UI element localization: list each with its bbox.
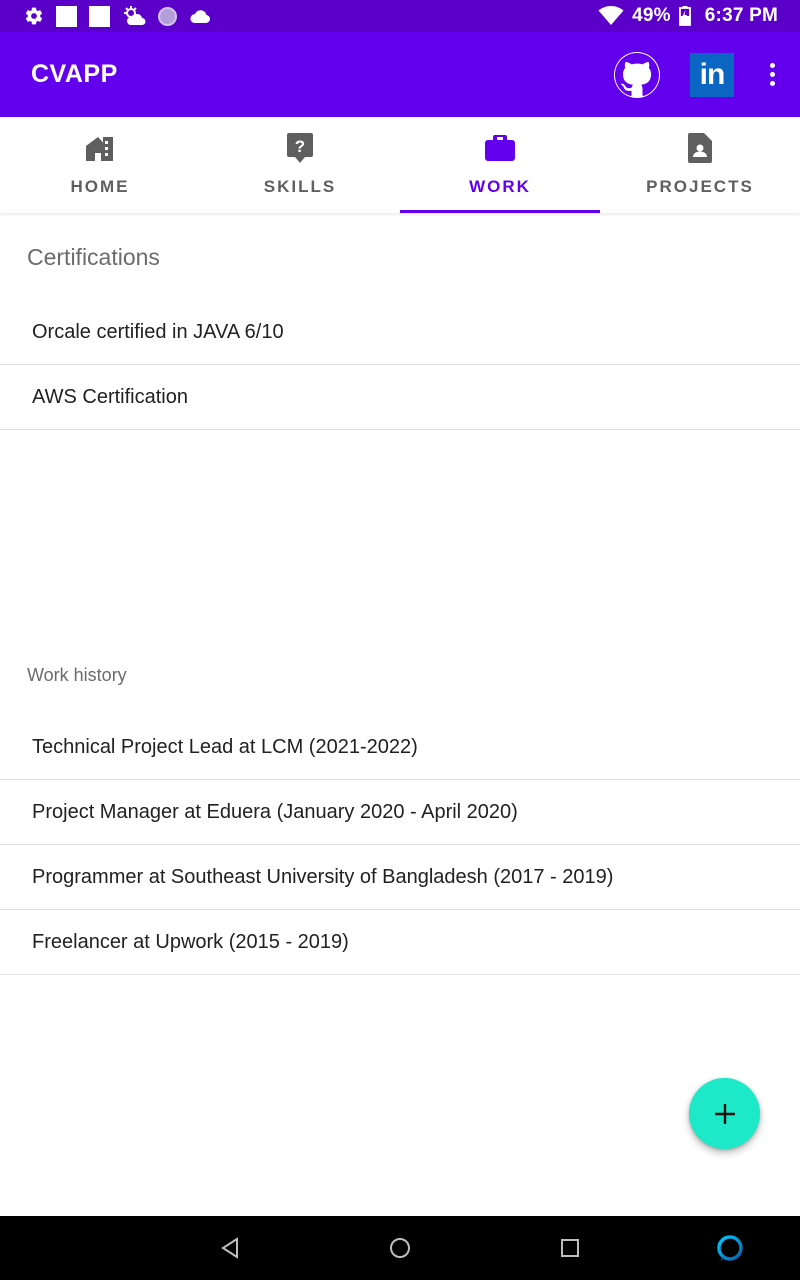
- assistant-button[interactable]: [714, 1232, 746, 1264]
- certifications-list: Orcale certified in JAVA 6/10 AWS Certif…: [0, 300, 800, 430]
- app-title: CVAPP: [31, 60, 118, 88]
- tab-label: HOME: [70, 177, 130, 196]
- battery-percent: 49%: [632, 5, 671, 26]
- system-nav-bar: [0, 1216, 800, 1280]
- back-icon: [221, 1237, 238, 1259]
- app-bar: CVAPP in: [0, 32, 800, 117]
- certifications-title: Certifications: [27, 244, 160, 270]
- list-item[interactable]: Orcale certified in JAVA 6/10: [0, 300, 800, 365]
- assistant-icon: [717, 1235, 743, 1261]
- wifi-icon: [598, 6, 624, 25]
- work-history-title: Work history: [27, 665, 127, 685]
- add-icon: [714, 1103, 735, 1124]
- list-item[interactable]: Project Manager at Eduera (January 2020 …: [0, 780, 800, 845]
- status-bar-system: 49% 6:37 PM: [590, 5, 778, 27]
- home-nav-button[interactable]: [384, 1232, 416, 1264]
- tab-work[interactable]: WORK: [400, 117, 600, 213]
- github-icon: [615, 52, 659, 96]
- app-bar-actions: in: [614, 51, 776, 98]
- settings-icon: [25, 7, 43, 25]
- clock: 6:37 PM: [704, 5, 778, 26]
- linkedin-button[interactable]: in: [690, 52, 734, 97]
- recents-icon: [561, 1239, 579, 1257]
- overflow-menu-icon: [769, 63, 775, 68]
- list-item[interactable]: AWS Certification: [0, 365, 800, 430]
- tab-home[interactable]: HOME: [0, 117, 200, 213]
- document-icon: [688, 133, 712, 163]
- list-item[interactable]: Technical Project Lead at LCM (2021-2022…: [0, 715, 800, 780]
- work-history-list: Technical Project Lead at LCM (2021-2022…: [0, 715, 800, 975]
- battery-icon: [678, 6, 691, 26]
- weather-icon: [124, 6, 146, 25]
- tab-skills[interactable]: ? SKILLS: [200, 117, 400, 213]
- github-button[interactable]: [614, 51, 660, 98]
- list-item[interactable]: Programmer at Southeast University of Ba…: [0, 845, 800, 910]
- back-button[interactable]: [214, 1232, 246, 1264]
- tab-projects[interactable]: PROJECTS: [600, 117, 800, 213]
- tab-label: SKILLS: [263, 177, 337, 196]
- help-icon: ?: [287, 133, 313, 163]
- linkedin-icon: in: [699, 57, 726, 91]
- home-icon: [86, 137, 113, 161]
- cloud-icon: [190, 10, 211, 24]
- circle-icon: [158, 6, 177, 26]
- status-bar: 49% 6:37 PM: [0, 0, 800, 32]
- notification-square-icon: [89, 5, 110, 27]
- tab-label: PROJECTS: [646, 177, 754, 196]
- overflow-menu-dot: [769, 81, 775, 86]
- overflow-menu-button[interactable]: [768, 61, 776, 88]
- recents-button[interactable]: [554, 1232, 586, 1264]
- overflow-menu-dot: [769, 72, 775, 77]
- briefcase-icon: [485, 135, 515, 161]
- home-circle-icon: [390, 1238, 410, 1258]
- tab-label: WORK: [469, 177, 531, 196]
- list-item[interactable]: Freelancer at Upwork (2015 - 2019): [0, 910, 800, 975]
- svg-text:?: ?: [295, 137, 305, 156]
- add-button[interactable]: [689, 1078, 760, 1149]
- notification-square-icon: [56, 5, 77, 27]
- tab-bar: HOME ? SKILLS WORK PROJECTS: [0, 117, 800, 213]
- status-bar-notifications: [24, 5, 223, 27]
